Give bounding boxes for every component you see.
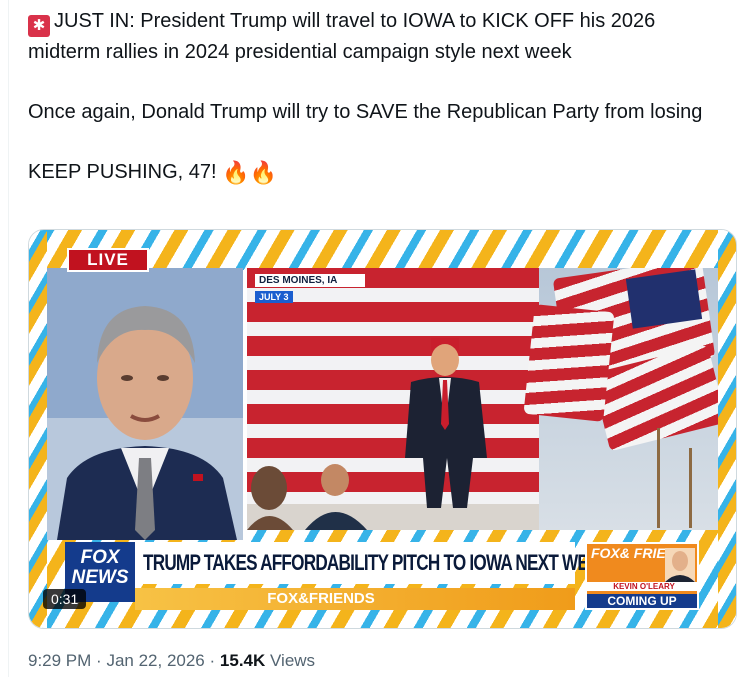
- event-video-panel: DES MOINES, IA JULY 3: [247, 268, 718, 530]
- tweet-line-3-text: KEEP PUSHING, 47!: [28, 161, 217, 183]
- live-badge: LIVE: [67, 248, 149, 272]
- promo-guest-name: KEVIN O'LEARY: [587, 582, 701, 591]
- show-name: FOX&FRIENDS: [267, 590, 375, 607]
- tweet-time[interactable]: 9:29 PM: [28, 651, 91, 670]
- fire-icon: 🔥: [222, 160, 250, 185]
- location-tag: DES MOINES, IA JULY 3: [255, 274, 365, 305]
- fire-icon: 🔥: [249, 160, 277, 185]
- location-city: DES MOINES, IA: [255, 274, 365, 287]
- tweet-line-1: ✱ JUST IN: President Trump will travel to…: [28, 6, 718, 67]
- video-player[interactable]: DES MOINES, IA JULY 3 LIVE TRUMP TAKES A…: [28, 229, 737, 629]
- meta-separator: ·: [209, 651, 216, 670]
- timeline-divider: [8, 0, 9, 677]
- video-duration: 0:31: [43, 589, 87, 609]
- tweet-date[interactable]: Jan 22, 2026: [106, 651, 204, 670]
- tweet-text: ✱ JUST IN: President Trump will travel to…: [28, 6, 718, 188]
- location-date: JULY 3: [255, 291, 293, 303]
- chyron-headline: TRUMP TAKES AFFORDABILITY PITCH TO IOWA …: [143, 550, 611, 575]
- coming-up-promo: FOX& FRIENDS KEVIN O'LEARY COMING UP: [585, 542, 701, 610]
- audience-figures: [247, 464, 367, 530]
- views-count: 15.4K: [219, 651, 266, 670]
- meta-separator: ·: [96, 651, 102, 670]
- guest-figure: [47, 268, 243, 540]
- guest-video-panel: [47, 268, 243, 540]
- stripe-decoration: [29, 230, 47, 628]
- speaker-figure: [405, 338, 487, 508]
- promo-coming-up: COMING UP: [587, 594, 697, 608]
- flags-background: [523, 268, 718, 530]
- rotating-light-icon: ✱: [28, 15, 50, 37]
- chyron-banner: TRUMP TAKES AFFORDABILITY PITCH TO IOWA …: [65, 542, 611, 584]
- tweet-line-2: Once again, Donald Trump will try to SAV…: [28, 101, 703, 123]
- views-label: Views: [270, 651, 316, 670]
- promo-guest-thumbnail: [665, 548, 695, 582]
- tweet-meta: 9:29 PM · Jan 22, 2026 · 15.4K Views: [28, 651, 315, 671]
- stripe-decoration: [718, 230, 736, 628]
- tweet-line-3: KEEP PUSHING, 47! 🔥🔥: [28, 157, 718, 188]
- tweet-line-1-text: JUST IN: President Trump will travel to …: [28, 10, 656, 63]
